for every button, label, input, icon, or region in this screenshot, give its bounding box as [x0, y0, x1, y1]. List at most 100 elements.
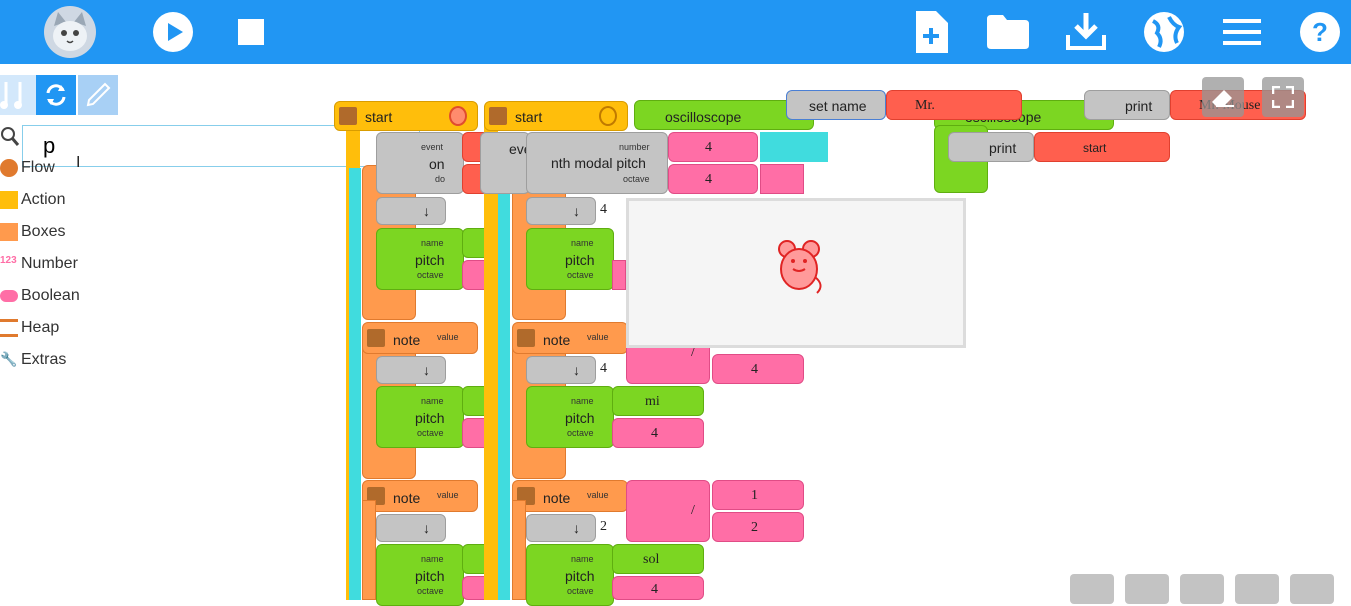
- menu-item-extras[interactable]: 🔧 Extras: [0, 347, 66, 373]
- name-label: name: [421, 554, 444, 564]
- number-value[interactable]: 4: [668, 132, 758, 162]
- start-block-inner: [498, 168, 510, 600]
- name-label: name: [571, 238, 594, 248]
- octave-label: octave: [567, 586, 594, 596]
- octave-value[interactable]: 4: [668, 164, 758, 194]
- stop-icon[interactable]: [229, 10, 273, 54]
- start-label: start: [515, 109, 543, 125]
- print-block[interactable]: print: [1084, 90, 1170, 120]
- help-icon[interactable]: ?: [1298, 10, 1342, 54]
- set-name-value[interactable]: Mr.: [886, 90, 1022, 120]
- heap-icon: [0, 319, 18, 337]
- octave-label: octave: [417, 428, 444, 438]
- arrow-label: ↓: [423, 520, 430, 536]
- pitch-label: pitch: [565, 252, 595, 268]
- on-block[interactable]: event on do: [376, 132, 464, 194]
- note-clamp[interactable]: [362, 500, 376, 600]
- start-block[interactable]: start: [334, 101, 478, 131]
- music-palette-icon[interactable]: [0, 75, 36, 115]
- collapse-icon[interactable]: [367, 329, 385, 347]
- collapse-icon[interactable]: [489, 107, 507, 125]
- pitch-name-text: sol: [643, 552, 660, 567]
- pitch-block[interactable]: name pitch octave: [526, 228, 614, 290]
- collapse-icon[interactable]: [517, 329, 535, 347]
- cyan-value[interactable]: [760, 132, 828, 162]
- cat-logo-icon[interactable]: [42, 6, 98, 58]
- pitch-octave-value[interactable]: 4: [612, 418, 704, 448]
- note-clamp[interactable]: [512, 500, 526, 600]
- menu-item-boxes[interactable]: Boxes: [0, 219, 65, 245]
- nth-modal-pitch-block[interactable]: number nth modal pitch octave: [526, 132, 668, 194]
- menu-item-label: Boxes: [21, 223, 66, 240]
- set-name-block[interactable]: set name: [786, 90, 886, 120]
- globe-icon[interactable]: [1142, 10, 1186, 54]
- pen-icon[interactable]: [78, 75, 118, 115]
- arrow-label: ↓: [423, 203, 430, 219]
- pitch-name-text: mi: [645, 394, 660, 409]
- arrow-block[interactable]: ↓: [376, 197, 446, 225]
- mouse-icon: [777, 237, 825, 300]
- pitch-octave-value[interactable]: [612, 260, 626, 290]
- octave-label: octave: [567, 270, 594, 280]
- menu-item-action[interactable]: Action: [0, 187, 65, 213]
- set-name-label: set name: [809, 98, 867, 114]
- start-block[interactable]: start: [484, 101, 628, 131]
- arrow-block[interactable]: ↓: [526, 356, 596, 384]
- menu-item-number[interactable]: 123 Number: [0, 251, 78, 277]
- denominator-value[interactable]: 4: [712, 354, 804, 384]
- pitch-block[interactable]: name pitch octave: [376, 228, 464, 290]
- pitch-block[interactable]: name pitch octave: [526, 544, 614, 606]
- search-input[interactable]: [22, 125, 420, 167]
- nth-modal-pitch-label: nth modal pitch: [551, 155, 646, 171]
- note-block[interactable]: note value: [362, 480, 478, 512]
- arrow-block[interactable]: ↓: [526, 197, 596, 225]
- number-value-text: 4: [705, 140, 712, 155]
- mouse-popup: [626, 198, 966, 348]
- pitch-name-value[interactable]: mi: [612, 386, 704, 416]
- pitch-label: pitch: [565, 410, 595, 426]
- pitch-name-value[interactable]: sol: [612, 544, 704, 574]
- pitch-block[interactable]: name pitch octave: [526, 386, 614, 448]
- folder-icon[interactable]: [986, 10, 1030, 54]
- refresh-icon[interactable]: [36, 75, 76, 115]
- download-icon[interactable]: [1064, 10, 1108, 54]
- print-value[interactable]: start: [1034, 132, 1170, 162]
- menu-icon[interactable]: [1220, 10, 1264, 54]
- arrow-block[interactable]: ↓: [376, 356, 446, 384]
- octave-extra-value[interactable]: [760, 164, 804, 194]
- menu-item-heap[interactable]: Heap: [0, 315, 59, 341]
- note-block[interactable]: note value: [512, 480, 628, 512]
- menu-item-boolean[interactable]: Boolean: [0, 283, 80, 309]
- print-block[interactable]: print: [948, 132, 1034, 162]
- pitch-label: pitch: [415, 410, 445, 426]
- wrench-icon: 🔧: [0, 351, 18, 367]
- pitch-block[interactable]: name pitch octave: [376, 544, 464, 606]
- note-block[interactable]: note value: [362, 322, 478, 354]
- octave-label: octave: [417, 270, 444, 280]
- pitch-block[interactable]: name pitch octave: [376, 386, 464, 448]
- menu-item-flow[interactable]: Flow: [0, 156, 55, 180]
- pitch-octave-text: 4: [651, 426, 658, 441]
- play-icon[interactable]: [151, 10, 195, 54]
- start-block-inner: [349, 168, 361, 600]
- pitch-octave-value[interactable]: 4: [612, 576, 704, 600]
- denominator-value[interactable]: 2: [712, 512, 804, 542]
- note-block[interactable]: note value: [512, 322, 628, 354]
- on-block[interactable]: eve: [480, 132, 532, 194]
- start-block-bar[interactable]: [484, 125, 498, 600]
- collapse-icon[interactable]: [339, 107, 357, 125]
- action-icon: [0, 191, 18, 209]
- oscilloscope-label: oscilloscope: [665, 109, 742, 125]
- arrow-block[interactable]: ↓: [376, 514, 446, 542]
- numerator-text: 1: [751, 488, 758, 503]
- arrow-block[interactable]: ↓: [526, 514, 596, 542]
- divide-block[interactable]: /: [626, 480, 710, 542]
- expand-icon[interactable]: [1262, 77, 1304, 117]
- name-label: name: [571, 396, 594, 406]
- numerator-value[interactable]: 1: [712, 480, 804, 510]
- value-label: value: [437, 490, 459, 500]
- hand-icon: [599, 106, 617, 126]
- eraser-icon[interactable]: [1202, 77, 1244, 117]
- octave-label: octave: [623, 174, 650, 184]
- new-file-icon[interactable]: [909, 10, 953, 54]
